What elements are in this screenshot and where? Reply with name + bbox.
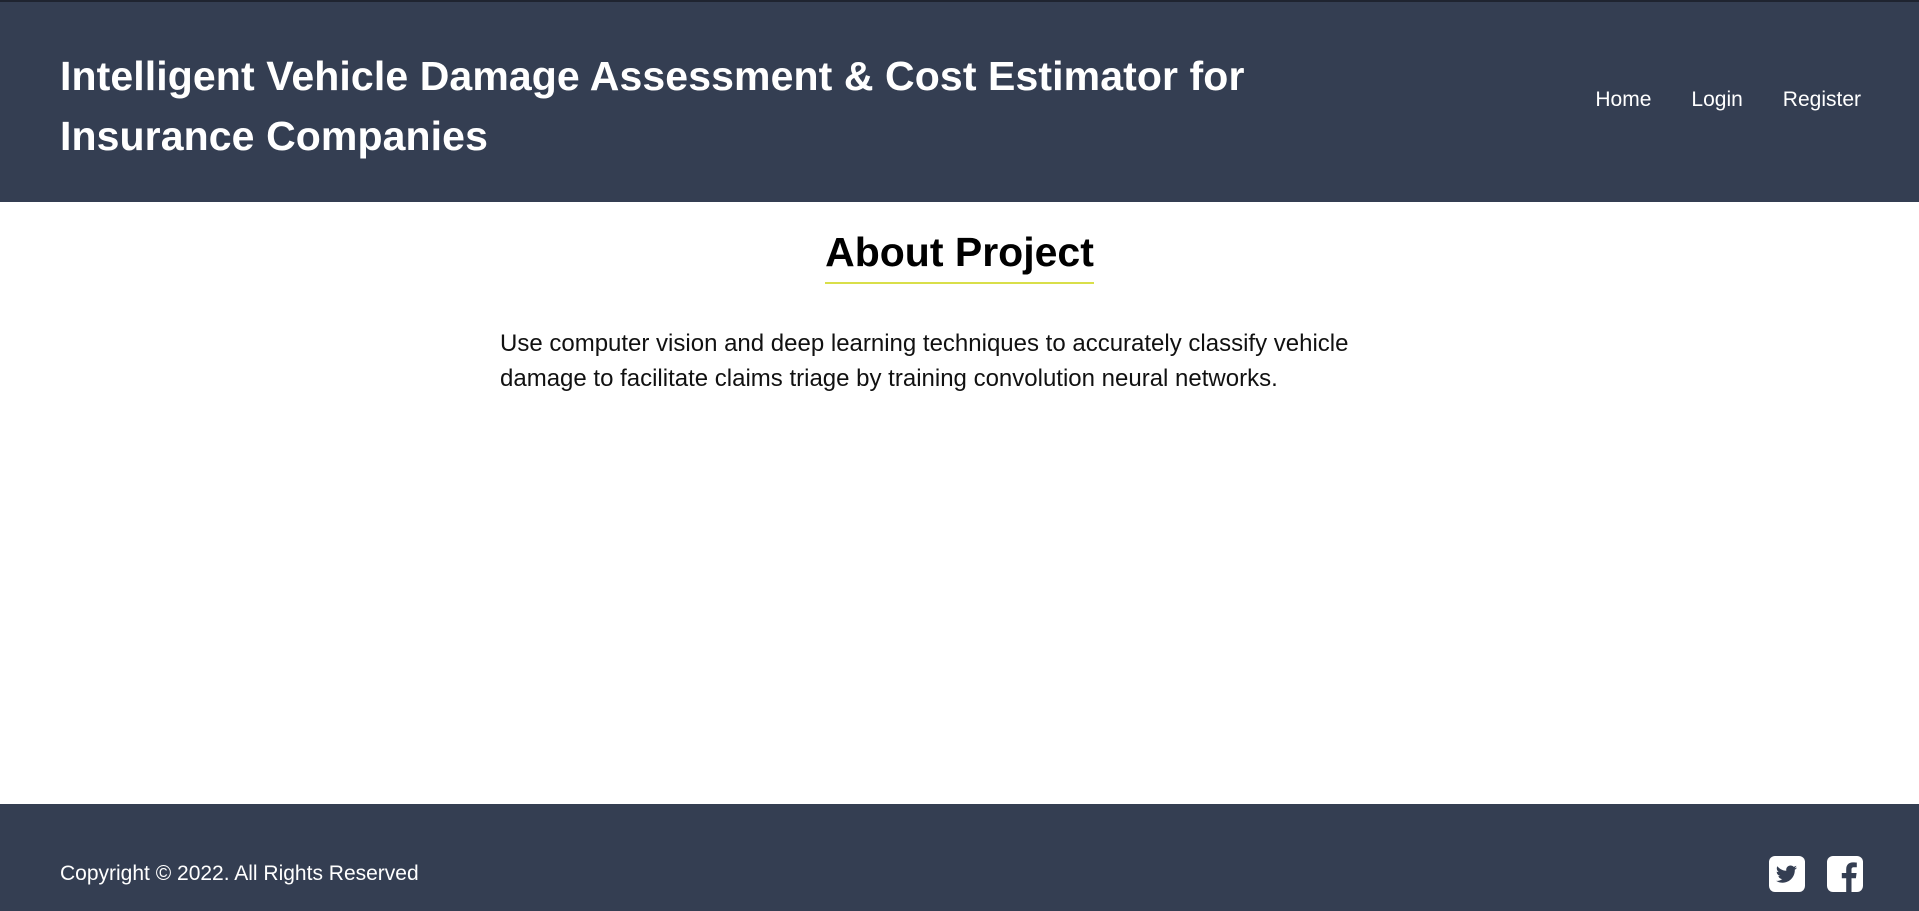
about-heading: About Project bbox=[825, 228, 1094, 284]
nav-home-link[interactable]: Home bbox=[1595, 88, 1651, 112]
twitter-icon[interactable] bbox=[1769, 856, 1805, 892]
facebook-icon[interactable] bbox=[1827, 856, 1863, 892]
site-header: Intelligent Vehicle Damage Assessment & … bbox=[0, 2, 1919, 202]
site-footer: Copyright © 2022. All Rights Reserved bbox=[0, 804, 1919, 911]
main-nav: Home Login Register bbox=[1595, 88, 1861, 112]
about-heading-wrap: About Project bbox=[0, 228, 1919, 284]
social-links bbox=[1769, 856, 1863, 892]
main-content: About Project Use computer vision and de… bbox=[0, 202, 1919, 804]
nav-login-link[interactable]: Login bbox=[1691, 88, 1742, 112]
site-title: Intelligent Vehicle Damage Assessment & … bbox=[60, 53, 1245, 159]
copyright-text: Copyright © 2022. All Rights Reserved bbox=[60, 862, 419, 885]
nav-register-link[interactable]: Register bbox=[1783, 88, 1861, 112]
about-description: Use computer vision and deep learning te… bbox=[500, 330, 1349, 392]
